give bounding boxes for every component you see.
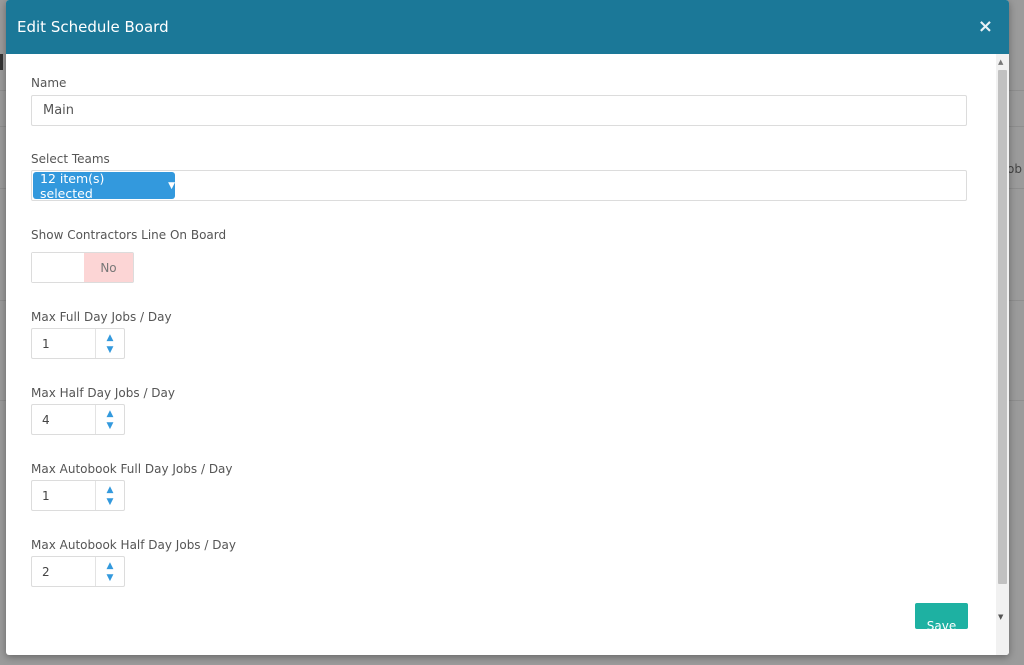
stepper-arrows: ▲ ▼: [96, 557, 124, 586]
caret-down-icon: ▼: [168, 180, 175, 191]
max-autobook-full-day-jobs-stepper[interactable]: 1 ▲ ▼: [31, 480, 125, 511]
max-half-day-jobs-label: Max Half Day Jobs / Day: [31, 386, 175, 400]
scrollbar-thumb[interactable]: [998, 70, 1007, 584]
name-input[interactable]: Main: [31, 95, 967, 126]
select-teams-label: Select Teams: [31, 152, 110, 166]
max-autobook-half-day-jobs-stepper[interactable]: 2 ▲ ▼: [31, 556, 125, 587]
arrow-up-icon[interactable]: ▲: [107, 484, 114, 496]
background-partial-text: ob: [1007, 162, 1022, 176]
arrow-up-icon[interactable]: ▲: [107, 408, 114, 420]
modal-scrollbar[interactable]: ▲ ▼: [996, 54, 1009, 655]
modal-body: Name Main Select Teams 12 item(s) select…: [6, 54, 996, 655]
arrow-down-icon[interactable]: ▼: [107, 496, 114, 508]
teams-selected-text: 12 item(s) selected: [40, 170, 105, 201]
modal-title: Edit Schedule Board: [17, 18, 169, 36]
arrow-down-icon[interactable]: ▼: [107, 420, 114, 432]
max-autobook-half-day-jobs-label: Max Autobook Half Day Jobs / Day: [31, 538, 236, 552]
name-label: Name: [31, 76, 67, 90]
max-half-day-jobs-stepper[interactable]: 4 ▲ ▼: [31, 404, 125, 435]
stepper-value[interactable]: 1: [32, 481, 96, 510]
toggle-no-label: No: [84, 253, 133, 282]
scroll-up-icon[interactable]: ▲: [998, 58, 1003, 66]
arrow-down-icon[interactable]: ▼: [107, 344, 114, 356]
arrow-down-icon[interactable]: ▼: [107, 572, 114, 584]
stepper-arrows: ▲ ▼: [96, 329, 124, 358]
close-icon[interactable]: ×: [974, 16, 997, 38]
name-input-value: Main: [43, 103, 75, 118]
modal-header: Edit Schedule Board ×: [6, 0, 1009, 54]
stepper-value[interactable]: 1: [32, 329, 96, 358]
max-full-day-jobs-label: Max Full Day Jobs / Day: [31, 310, 172, 324]
edit-schedule-board-modal: Edit Schedule Board × Name Main Select T…: [6, 0, 1009, 655]
stepper-value[interactable]: 4: [32, 405, 96, 434]
arrow-up-icon[interactable]: ▲: [107, 332, 114, 344]
stepper-value[interactable]: 2: [32, 557, 96, 586]
stepper-arrows: ▲ ▼: [96, 405, 124, 434]
max-autobook-full-day-jobs-label: Max Autobook Full Day Jobs / Day: [31, 462, 233, 476]
show-contractors-label: Show Contractors Line On Board: [31, 228, 227, 242]
teams-selected-button[interactable]: 12 item(s) selected ▼: [33, 170, 175, 201]
save-button[interactable]: Save: [915, 603, 968, 629]
max-full-day-jobs-stepper[interactable]: 1 ▲ ▼: [31, 328, 125, 359]
stepper-arrows: ▲ ▼: [96, 481, 124, 510]
toggle-handle: [32, 253, 84, 282]
arrow-up-icon[interactable]: ▲: [107, 560, 114, 572]
show-contractors-toggle[interactable]: No: [31, 252, 134, 283]
save-button-label: Save: [926, 619, 957, 629]
select-teams-multiselect[interactable]: 12 item(s) selected ▼: [31, 170, 967, 201]
scroll-down-icon[interactable]: ▼: [998, 613, 1003, 621]
background-element: [0, 54, 3, 70]
